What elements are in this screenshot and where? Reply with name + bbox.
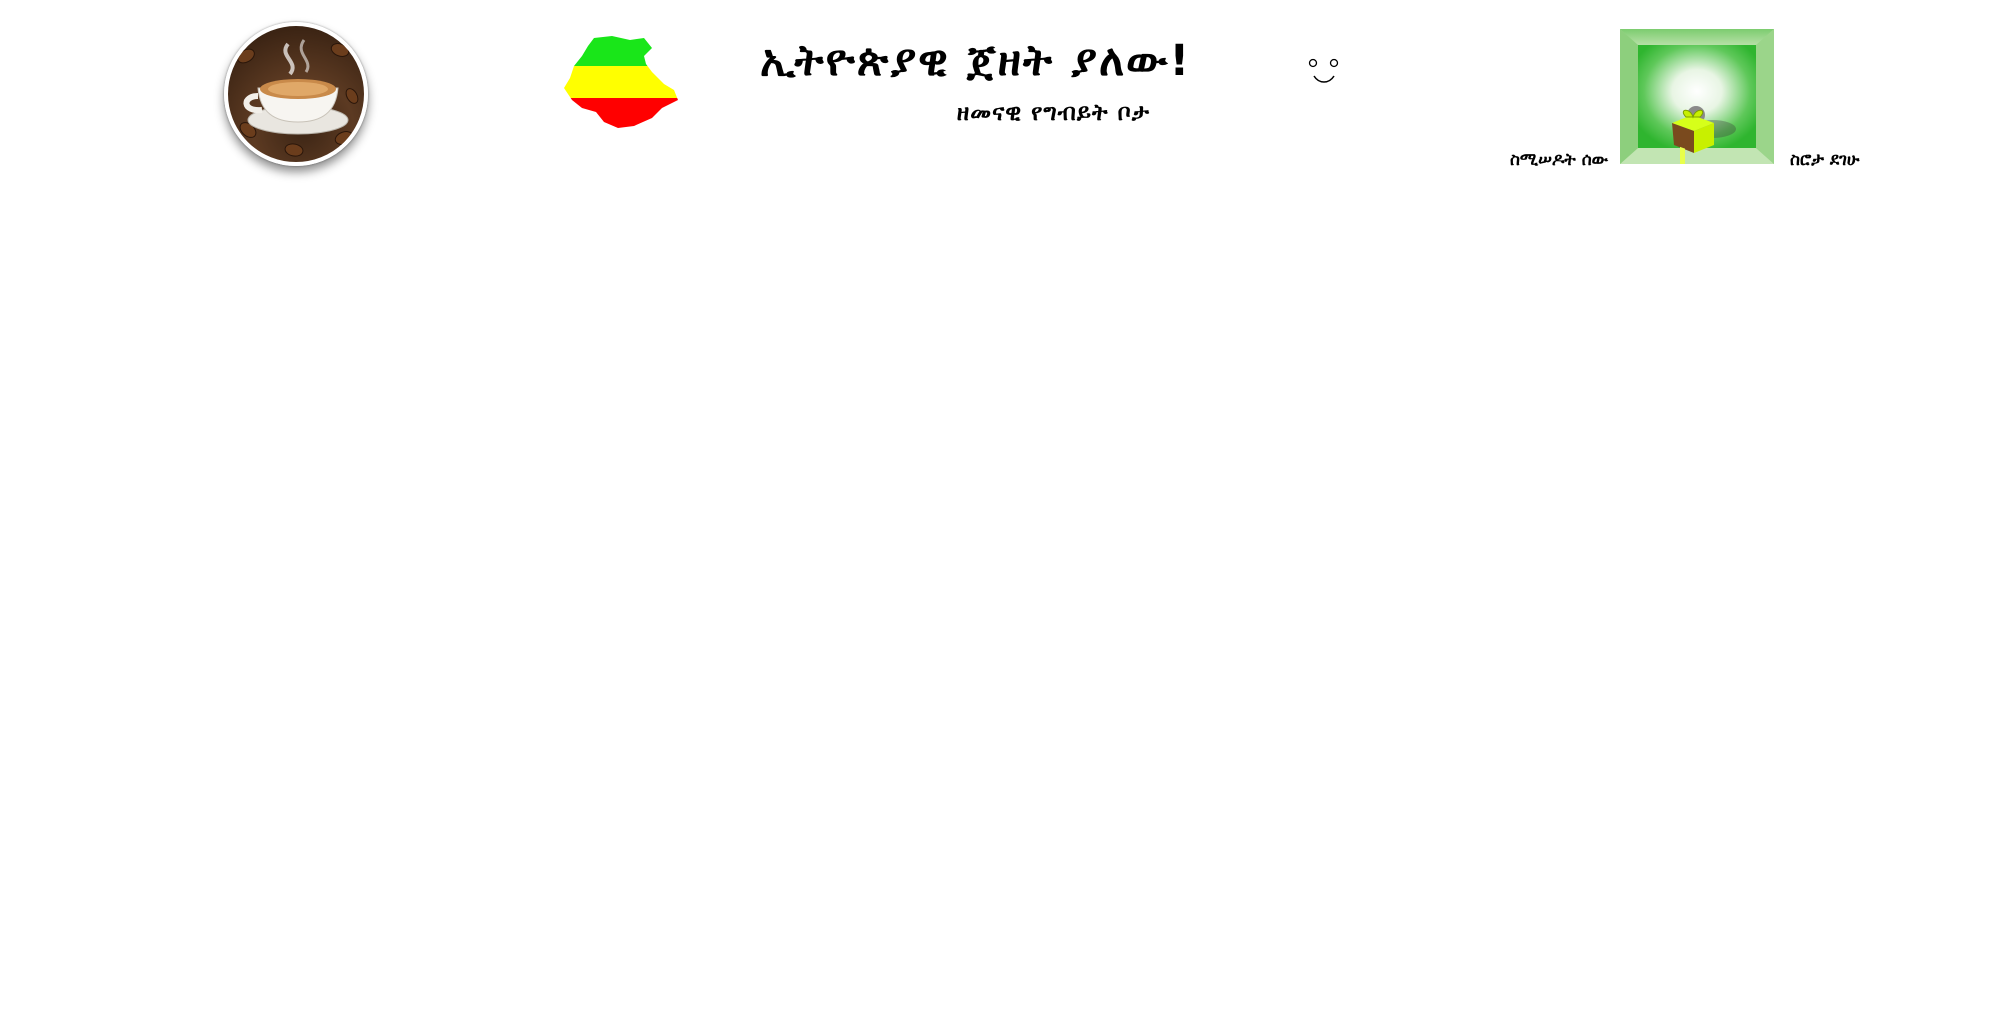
gift-box-icon[interactable] xyxy=(1620,29,1774,164)
right-link[interactable]: ስሮታ ደገሁ xyxy=(1790,150,1859,170)
coffee-cup-icon[interactable] xyxy=(224,22,368,166)
site-subtitle: ዘመናዊ የግብይት ቦታ xyxy=(956,100,1150,126)
ethiopia-flag-map-icon xyxy=(564,36,678,128)
page-body xyxy=(0,180,2000,1029)
site-title: ኢትዮጵያዊ ጀዘት ያለው! xyxy=(760,36,1192,86)
smiley-face-icon xyxy=(1308,58,1339,83)
site-header: ኢትዮጵያዊ ጀዘት ያለው! ዘመናዊ የግብይት ቦታ ስሚሠዶት ሰው ስ… xyxy=(0,0,2000,180)
left-link[interactable]: ስሚሠዶት ሰው xyxy=(1490,150,1608,170)
